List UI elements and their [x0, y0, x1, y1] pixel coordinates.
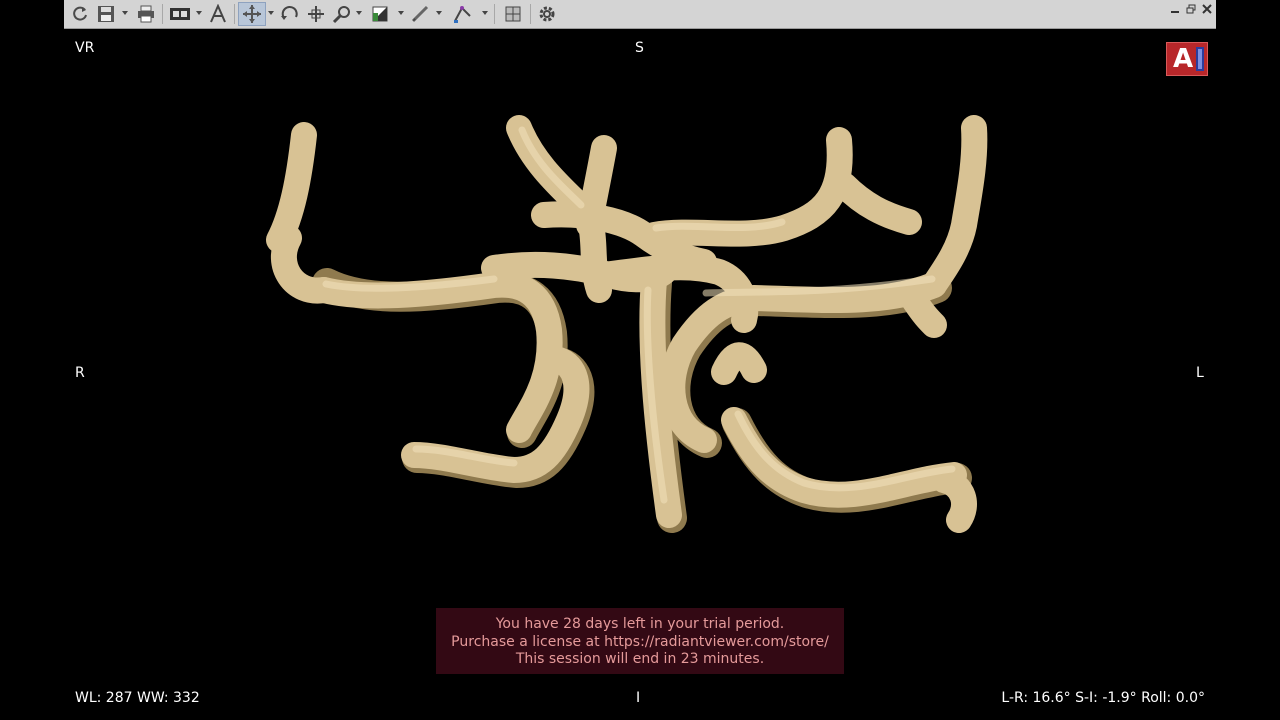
orientation-logo: A: [1166, 42, 1208, 76]
orientation-right-label: R: [75, 365, 85, 381]
rotation-readout: L-R: 16.6° S-I: -1.9° Roll: 0.0°: [1001, 690, 1205, 706]
viewer-window: VR S R L WL: 287 WW: 332 I L-R: 16.6° S-…: [64, 0, 1216, 720]
trial-days-text: You have 28 days left in your trial peri…: [495, 616, 785, 632]
trial-session-text: This session will end in 23 minutes.: [515, 651, 765, 667]
trial-notice: You have 28 days left in your trial peri…: [436, 608, 844, 674]
view-mode-label: VR: [75, 40, 95, 56]
trial-license-text: Purchase a license at https://radiantvie…: [451, 633, 829, 650]
orientation-inferior-label: I: [636, 690, 641, 706]
window-level-readout: WL: 287 WW: 332: [75, 690, 200, 706]
orientation-superior-label: S: [635, 40, 644, 56]
logo-letter: A: [1173, 44, 1194, 74]
orientation-left-label: L: [1196, 365, 1204, 381]
logo-bar: [1196, 47, 1204, 71]
